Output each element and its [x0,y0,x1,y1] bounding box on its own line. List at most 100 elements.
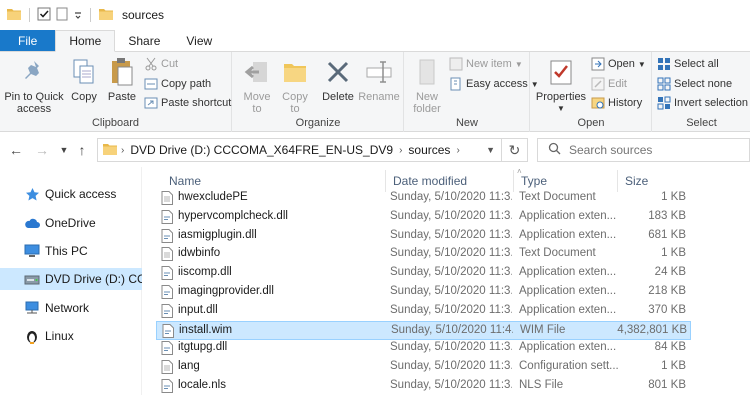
file-row[interactable]: itgtupg.dll Sunday, 5/10/2020 11:3... Appl… [156,339,691,358]
properties-button[interactable]: Properties ▼ [535,56,587,115]
easy-access-button[interactable]: Easy access ▼ [449,75,539,93]
tab-file[interactable]: File [0,30,56,51]
new-item-icon [449,57,463,71]
new-folder-icon [411,56,443,88]
file-date-modified: Sunday, 5/10/2020 11:3... [390,266,512,279]
file-row[interactable]: lang Sunday, 5/10/2020 11:3... Configurati… [156,358,691,377]
file-date-modified: Sunday, 5/10/2020 11:4... [391,323,513,336]
nav-item-quick-access[interactable]: Quick access [0,183,142,205]
customize-qat-icon[interactable] [73,7,83,24]
folder-icon[interactable] [6,7,22,24]
file-row[interactable]: input.dll Sunday, 5/10/2020 11:3... Applic… [156,302,691,321]
up-button[interactable]: ↑ [73,141,91,159]
file-icon [162,323,174,338]
refresh-button[interactable]: ↻ [501,139,527,161]
file-icon [161,303,173,318]
nav-item-dvd-drive[interactable]: DVD Drive (D:) CCCO [0,268,142,290]
paste-shortcut-button[interactable]: Paste shortcut [144,94,231,112]
address-bar[interactable]: › DVD Drive (D:) CCCOMA_X64FRE_EN-US_DV9… [97,138,528,162]
invert-selection-icon [657,96,671,110]
file-list: Name Date modified Type Size ˄ hwexclude… [142,167,750,395]
search-input[interactable] [569,143,739,157]
paste-button[interactable]: Paste [104,56,140,103]
file-row[interactable]: hwexcludePE Sunday, 5/10/2020 11:3... Text… [156,189,691,208]
file-name: input.dll [178,303,218,316]
cloud-icon [24,215,40,231]
file-size: 370 KB [648,303,686,316]
file-row[interactable]: locale.nls Sunday, 5/10/2020 11:3... NLS F… [156,377,691,395]
delete-x-icon [322,56,354,88]
select-all-button[interactable]: Select all [657,55,719,73]
move-to-icon [241,56,273,88]
file-date-modified: Sunday, 5/10/2020 11:3... [390,191,512,203]
new-folder-qat-icon[interactable] [55,7,69,24]
nav-item-network[interactable]: Network [0,297,142,319]
clipboard-group-label: Clipboard [91,117,140,129]
select-none-button[interactable]: Select none [657,75,732,93]
file-name: lang [178,360,200,373]
delete-button[interactable]: Delete [319,56,357,103]
new-item-button[interactable]: New item ▼ [449,55,523,73]
breadcrumb-sources[interactable]: sources [408,143,450,157]
file-date-modified: Sunday, 5/10/2020 11:3... [390,228,512,241]
file-row[interactable]: hypervcomplcheck.dll Sunday, 5/10/2020 11… [156,208,691,227]
text-file-icon [161,360,173,375]
file-size: 801 KB [648,379,686,391]
file-row[interactable]: install.wim Sunday, 5/10/2020 11:4... WIM … [156,320,691,340]
penguin-icon [24,328,40,344]
quick-access-toolbar [0,7,114,24]
paste-icon [106,56,138,88]
open-button[interactable]: Open ▼ [591,55,646,73]
file-type: Application exten... [519,341,617,354]
copy-icon [68,56,100,88]
breadcrumb-dvd-drive[interactable]: DVD Drive (D:) CCCOMA_X64FRE_EN-US_DV9 [130,143,393,157]
chevron-down-icon: ▼ [637,59,646,69]
dvd-drive-icon [24,271,40,287]
back-button[interactable]: ← [7,141,25,159]
file-type: Application exten... [519,228,617,241]
nav-item-this-pc[interactable]: This PC [0,240,142,262]
rename-button[interactable]: Rename [358,56,400,103]
recent-locations-button[interactable]: ▼ [55,141,73,159]
select-none-icon [657,77,671,91]
file-date-modified: Sunday, 5/10/2020 11:3... [390,341,512,354]
arrow-right-icon: → [35,142,49,158]
edit-icon [591,77,605,91]
tab-share[interactable]: Share [115,30,173,51]
scissors-icon [144,57,158,71]
file-size: 24 KB [654,266,686,279]
file-row[interactable]: iiscomp.dll Sunday, 5/10/2020 11:3... Appl… [156,264,691,283]
move-to-button[interactable]: Move to [239,56,275,115]
file-row[interactable]: iasmigplugin.dll Sunday, 5/10/2020 11:3..… [156,227,691,246]
chevron-down-icon: ▼ [59,145,69,155]
history-button[interactable]: History [591,94,642,112]
file-size: 183 KB [648,209,686,222]
edit-button[interactable]: Edit [591,75,627,93]
nav-item-onedrive[interactable]: OneDrive [0,212,142,234]
address-dropdown-button[interactable]: ▼ [486,139,495,161]
ribbon: Pin to Quick access Copy Paste Cut Copy … [0,52,750,132]
file-row[interactable]: idwbinfo Sunday, 5/10/2020 11:3... Text Do… [156,245,691,264]
nav-item-linux[interactable]: Linux [0,325,142,347]
cut-button[interactable]: Cut [144,55,178,73]
file-size: 681 KB [648,228,686,241]
copy-path-button[interactable]: Copy path [144,75,211,93]
properties-check-icon[interactable] [37,7,51,24]
forward-button[interactable]: → [33,141,51,159]
tab-home[interactable]: Home [55,30,116,52]
new-folder-button[interactable]: New folder [407,56,447,115]
tab-view[interactable]: View [173,30,225,51]
address-row: ← → ▼ ↑ › DVD Drive (D:) CCCOMA_X64FRE_E… [0,133,750,167]
invert-selection-button[interactable]: Invert selection [657,94,748,112]
file-date-modified: Sunday, 5/10/2020 11:3... [390,285,512,297]
copy-button[interactable]: Copy [66,56,102,103]
file-row[interactable]: imagingprovider.dll Sunday, 5/10/2020 11:… [156,283,691,302]
paste-shortcut-icon [144,96,158,110]
search-box[interactable] [537,138,750,162]
file-name: hypervcomplcheck.dll [178,209,288,222]
pin-to-quick-access-button[interactable]: Pin to Quick access [4,56,64,115]
select-all-icon [657,57,671,71]
file-size: 218 KB [648,285,686,297]
copy-to-button[interactable]: Copy to [277,56,313,115]
file-type: Application exten... [519,266,617,279]
